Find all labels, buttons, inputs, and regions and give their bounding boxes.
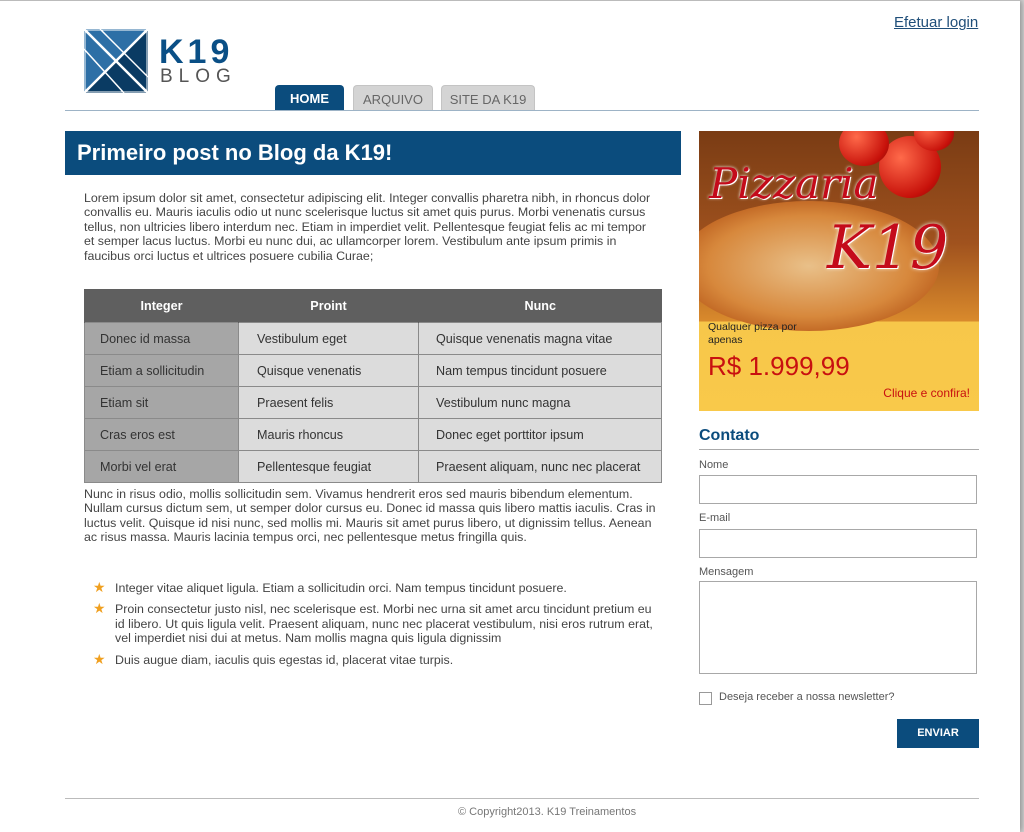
- ad-price: R$ 1.999,99: [708, 351, 850, 381]
- post-body: Nunc in risus odio, mollis sollicitudin …: [84, 487, 656, 545]
- ad-cta-link[interactable]: Clique e confira!: [883, 386, 970, 400]
- list-item-text: Duis augue diam, iaculis quis egestas id…: [115, 652, 454, 667]
- bullet-list: ★ Integer vitae aliquet ligula. Etiam a …: [93, 579, 653, 674]
- ad-title-pizzaria: Pizzaria: [709, 159, 879, 208]
- table-header: Nunc: [418, 289, 662, 323]
- star-icon: ★: [93, 600, 106, 617]
- post-intro: Lorem ipsum dolor sit amet, consectetur …: [84, 191, 651, 263]
- message-label: Mensagem: [699, 566, 754, 578]
- table-cell: Vestibulum nunc magna: [418, 386, 662, 419]
- name-field[interactable]: [699, 475, 977, 504]
- pizzaria-ad-banner[interactable]: Pizzaria K19 Qualquer pizza por apenas R…: [699, 131, 979, 411]
- table-row: Morbi vel erat Pellentesque feugiat Prae…: [84, 450, 662, 483]
- nav-divider: [65, 110, 979, 111]
- table-cell: Quisque venenatis: [238, 354, 419, 387]
- list-item-text: Proin consectetur justo nisl, nec sceler…: [115, 602, 653, 646]
- list-item: ★ Integer vitae aliquet ligula. Etiam a …: [93, 579, 653, 595]
- list-item-text: Integer vitae aliquet ligula. Etiam a so…: [115, 581, 567, 595]
- tab-arquivo[interactable]: ARQUIVO: [353, 85, 433, 111]
- contact-divider: [699, 449, 979, 450]
- table-cell: Pellentesque feugiat: [238, 450, 419, 483]
- table-header-row: Integer Proint Nunc: [84, 289, 662, 323]
- table-cell: Etiam a sollicitudin: [84, 354, 239, 387]
- footer-divider: [65, 798, 979, 799]
- table-cell: Praesent aliquam, nunc nec placerat: [418, 450, 662, 483]
- post-title: Primeiro post no Blog da K19!: [65, 131, 681, 175]
- logo[interactable]: K19 BLOG: [84, 29, 254, 93]
- table-header: Proint: [238, 289, 419, 323]
- table-cell: Morbi vel erat: [84, 450, 239, 483]
- tab-home[interactable]: HOME: [275, 85, 344, 111]
- table-header: Integer: [84, 289, 239, 323]
- list-item: ★ Proin consectetur justo nisl, nec scel…: [93, 600, 653, 646]
- ad-title-k19: K19: [827, 213, 949, 283]
- table-row: Cras eros est Mauris rhoncus Donec eget …: [84, 418, 662, 451]
- star-icon: ★: [93, 650, 106, 667]
- copyright-text: © Copyright2013. K19 Treinamentos: [458, 806, 637, 818]
- table-cell: Vestibulum eget: [238, 322, 419, 355]
- table-cell: Etiam sit: [84, 386, 239, 419]
- table-cell: Quisque venenatis magna vitae: [418, 322, 662, 355]
- post-table: Integer Proint Nunc Donec id massa Vesti…: [84, 289, 662, 483]
- table-row: Donec id massa Vestibulum eget Quisque v…: [84, 322, 662, 355]
- name-label: Nome: [699, 459, 729, 471]
- table-row: Etiam a sollicitudin Quisque venenatis N…: [84, 354, 662, 387]
- email-field[interactable]: [699, 529, 977, 558]
- login-link[interactable]: Efetuar login: [894, 14, 978, 31]
- table-cell: Donec id massa: [84, 322, 239, 355]
- page: Efetuar login K19 BLOG HOME ARQUIVO SITE…: [0, 0, 1020, 832]
- logo-blog-text: BLOG: [160, 66, 237, 87]
- tab-site-da-k19[interactable]: SITE DA K19: [441, 85, 535, 111]
- contact-title: Contato: [699, 427, 760, 444]
- table-cell: Donec eget porttitor ipsum: [418, 418, 662, 451]
- email-label: E-mail: [699, 512, 731, 524]
- table-cell: Nam tempus tincidunt posuere: [418, 354, 662, 387]
- table-cell: Mauris rhoncus: [238, 418, 419, 451]
- list-item: ★ Duis augue diam, iaculis quis egestas …: [93, 650, 653, 667]
- table-cell: Praesent felis: [238, 386, 419, 419]
- message-textarea[interactable]: [699, 581, 977, 674]
- star-icon: ★: [93, 579, 106, 595]
- table-cell: Cras eros est: [84, 418, 239, 451]
- table-row: Etiam sit Praesent felis Vestibulum nunc…: [84, 386, 662, 419]
- send-button[interactable]: ENVIAR: [897, 719, 979, 748]
- k19-logo-icon: [84, 29, 148, 93]
- ad-small-text: Qualquer pizza por apenas: [708, 321, 797, 346]
- newsletter-label[interactable]: Deseja receber a nossa newsletter?: [719, 691, 894, 703]
- newsletter-checkbox[interactable]: [699, 692, 712, 705]
